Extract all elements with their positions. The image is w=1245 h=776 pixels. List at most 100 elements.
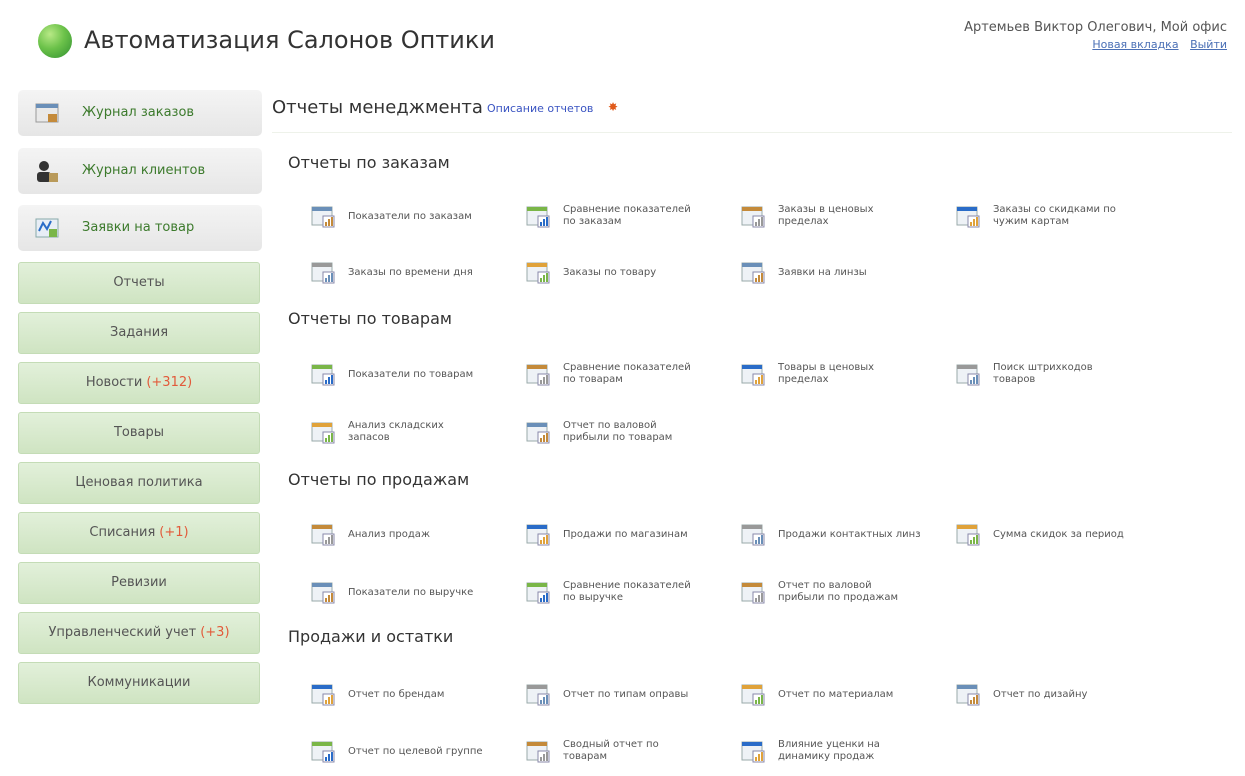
section-title-sales: Отчеты по продажам [288, 470, 470, 489]
section-title-sales-stock: Продажи и остатки [288, 627, 454, 646]
report-link[interactable]: Сравнение показателей по выручке [525, 578, 725, 608]
report-label: Заказы по времени дня [348, 267, 518, 279]
report-chart-icon [310, 522, 336, 548]
report-link[interactable]: Сумма скидок за период [955, 520, 1155, 550]
report-link[interactable]: Анализ продаж [310, 520, 510, 550]
report-link[interactable]: Заказы в ценовых пределах [740, 202, 940, 232]
report-label: Товары в ценовых пределах [778, 362, 948, 386]
report-chart-icon [525, 260, 551, 286]
report-label-line1: Анализ складских [348, 420, 444, 431]
report-label-line2: чужим картам [993, 216, 1070, 227]
report-link[interactable]: Поиск штрихкодов товаров [955, 360, 1155, 390]
report-link[interactable]: Показатели по заказам [310, 202, 510, 232]
report-label-line2: запасов [348, 432, 390, 443]
report-link[interactable]: Отчет по валовой прибыли по товарам [525, 418, 725, 448]
report-link[interactable]: Отчет по типам оправы [525, 680, 725, 710]
report-label: Заказы в ценовых пределах [778, 204, 948, 228]
report-label: Анализ складских запасов [348, 420, 518, 444]
sidebar-item-clients-journal[interactable]: Журнал клиентов [18, 148, 262, 194]
report-label: Отчет по валовой прибыли по продажам [778, 580, 948, 604]
report-chart-icon [740, 204, 766, 230]
report-link[interactable]: Влияние уценки на динамику продаж [740, 737, 940, 767]
report-link[interactable]: Анализ складских запасов [310, 418, 510, 448]
report-label-line1: Товары в ценовых [778, 362, 875, 373]
report-link[interactable]: Товары в ценовых пределах [740, 360, 940, 390]
report-label-line1: Влияние уценки на [778, 739, 880, 750]
report-link[interactable]: Сравнение показателей по заказам [525, 202, 725, 232]
report-link[interactable]: Отчет по целевой группе [310, 737, 510, 767]
report-link[interactable]: Сводный отчет по товарам [525, 737, 725, 767]
sidebar-item-label: Журнал клиентов [82, 163, 206, 178]
report-link[interactable]: Отчет по дизайну [955, 680, 1155, 710]
report-label: Анализ продаж [348, 529, 518, 541]
report-label-line1: Заказы по товару [563, 267, 657, 278]
sidebar-item-writeoffs[interactable]: Списания (+1) [18, 512, 260, 554]
report-label-line1: Отчет по валовой [778, 580, 872, 591]
user-name: Артемьев Виктор Олегович, Мой офис [964, 20, 1227, 35]
sidebar-item-audits[interactable]: Ревизии [18, 562, 260, 604]
report-link[interactable]: Отчет по брендам [310, 680, 510, 710]
report-label: Отчет по целевой группе [348, 746, 518, 758]
report-label-line1: Отчет по валовой [563, 420, 657, 431]
sidebar-item-product-requests[interactable]: Заявки на товар [18, 205, 262, 251]
news-count-badge: (+312) [146, 375, 193, 390]
sidebar-item-label: Журнал заказов [82, 105, 195, 120]
report-chart-icon [740, 739, 766, 765]
report-chart-icon [310, 682, 336, 708]
report-chart-icon [740, 522, 766, 548]
sidebar-item-orders-journal[interactable]: Журнал заказов [18, 90, 262, 136]
report-chart-icon [310, 739, 336, 765]
section-title-products: Отчеты по товарам [288, 309, 452, 328]
report-label: Поиск штрихкодов товаров [993, 362, 1163, 386]
report-chart-icon [525, 522, 551, 548]
report-link[interactable]: Заявки на линзы [740, 258, 940, 288]
report-label-line1: Анализ продаж [348, 529, 430, 540]
report-label: Отчет по типам оправы [563, 689, 733, 701]
logout-link[interactable]: Выйти [1190, 38, 1227, 51]
report-label: Влияние уценки на динамику продаж [778, 739, 948, 763]
sidebar-item-products[interactable]: Товары [18, 412, 260, 454]
report-chart-icon [955, 522, 981, 548]
report-link[interactable]: Заказы по товару [525, 258, 725, 288]
report-chart-icon [525, 682, 551, 708]
report-label-line1: Отчет по целевой группе [348, 746, 483, 757]
report-label: Продажи по магазинам [563, 529, 733, 541]
app-logo-icon [38, 24, 72, 58]
report-label: Продажи контактных линз [778, 529, 948, 541]
report-label: Сводный отчет по товарам [563, 739, 733, 763]
sidebar-item-news[interactable]: Новости (+312) [18, 362, 260, 404]
report-label-line2: прибыли по продажам [778, 592, 899, 603]
report-link[interactable]: Отчет по материалам [740, 680, 940, 710]
reports-description-link[interactable]: Описание отчетов [487, 102, 593, 115]
report-label-line1: Показатели по товарам [348, 369, 474, 380]
report-chart-icon [525, 580, 551, 606]
report-label-line1: Заказы по времени дня [348, 267, 473, 278]
report-link[interactable]: Отчет по валовой прибыли по продажам [740, 578, 940, 608]
report-link[interactable]: Показатели по выручке [310, 578, 510, 608]
report-link[interactable]: Заказы со скидками по чужим картам [955, 202, 1155, 232]
sidebar-item-label: Ценовая политика [75, 475, 203, 490]
new-tab-link[interactable]: Новая вкладка [1092, 38, 1178, 51]
report-link[interactable]: Продажи по магазинам [525, 520, 725, 550]
report-link[interactable]: Продажи контактных линз [740, 520, 940, 550]
app-title: Автоматизация Салонов Оптики [84, 26, 495, 54]
report-link[interactable]: Показатели по товарам [310, 360, 510, 390]
favorite-star-icon[interactable]: ✸ [608, 101, 620, 113]
sidebar-item-reports[interactable]: Отчеты [18, 262, 260, 304]
sidebar-item-pricing[interactable]: Ценовая политика [18, 462, 260, 504]
sidebar-item-communications[interactable]: Коммуникации [18, 662, 260, 704]
clients-icon [34, 158, 60, 184]
report-chart-icon [740, 682, 766, 708]
report-label: Сравнение показателей по выручке [563, 580, 733, 604]
sidebar-item-tasks[interactable]: Задания [18, 312, 260, 354]
sidebar-item-management-accounting[interactable]: Управленческий учет (+3) [18, 612, 260, 654]
report-chart-icon [740, 362, 766, 388]
report-label-line2: прибыли по товарам [563, 432, 673, 443]
sidebar-item-label: Товары [113, 425, 165, 440]
report-label-line2: по выручке [563, 592, 623, 603]
report-link[interactable]: Сравнение показателей по товарам [525, 360, 725, 390]
report-chart-icon [955, 362, 981, 388]
report-label-line2: по товарам [563, 374, 623, 385]
report-label-line1: Сумма скидок за период [993, 529, 1124, 540]
report-link[interactable]: Заказы по времени дня [310, 258, 510, 288]
